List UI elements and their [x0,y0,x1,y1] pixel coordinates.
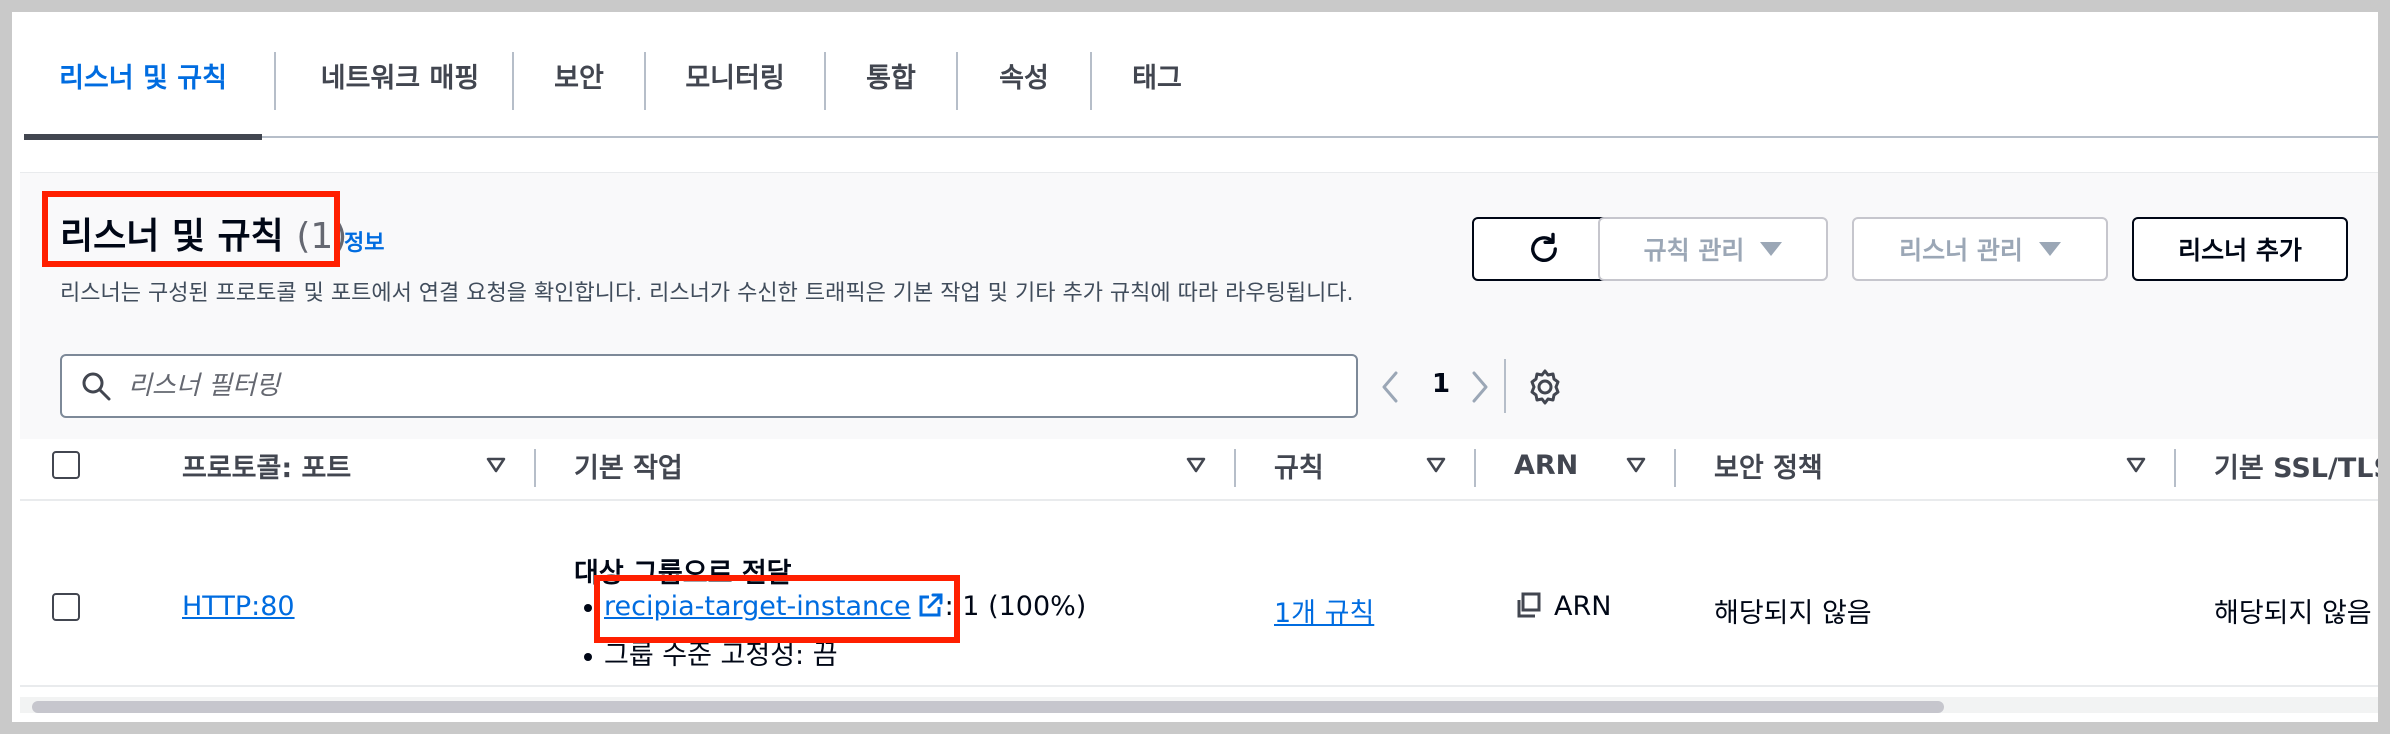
copy-icon [1517,592,1541,618]
active-tab-indicator [24,134,262,140]
caret-down-icon [2038,242,2061,256]
current-page-number[interactable]: 1 [1432,369,1450,399]
column-header-default-action[interactable]: 기본 작업 [574,439,683,491]
column-divider[interactable] [534,449,536,487]
sort-caret-icon[interactable] [2126,457,2146,473]
column-header-security-policy[interactable]: 보안 정책 [1714,439,1823,491]
rules-link[interactable]: 1개 규칙 [1274,591,1374,630]
tab-monitoring[interactable]: 모니터링 [646,12,824,138]
arn-label: ARN [1554,591,1612,622]
container-header: 리스너 및 규칙 (1) 정보 리스너는 구성된 프로토콜 및 포트에서 연결 … [20,173,2378,439]
refresh-button[interactable] [1472,217,1616,281]
default-ssl-value: 해당되지 않음 [2214,598,2372,629]
listener-filter-input[interactable] [128,358,1328,414]
column-header-arn[interactable]: ARN [1514,439,1578,491]
protocol-port-link[interactable]: HTTP:80 [182,591,295,622]
add-listener-button[interactable]: 리스너 추가 [2132,217,2348,281]
manage-listener-label: 리스너 관리 [1899,236,2023,265]
tab-attributes[interactable]: 속성 [958,12,1090,138]
refresh-icon [1531,232,1557,262]
manage-rules-label: 규칙 관리 [1643,236,1745,265]
target-weight: : 1 (100%) [944,591,1087,622]
sort-caret-icon[interactable] [486,457,506,473]
bullet-icon [584,652,592,661]
tab-bar: 리스너 및 규칙 네트워크 매핑 보안 모니터링 통합 속성 태그 [24,12,2378,140]
manage-rules-button[interactable]: 규칙 관리 [1598,217,1828,281]
column-divider[interactable] [1674,449,1676,487]
listeners-panel-frame: 리스너 및 규칙 네트워크 매핑 보안 모니터링 통합 속성 태그 리스너 및 … [12,12,2378,722]
search-icon [82,372,111,401]
previous-page-icon[interactable] [1376,367,1404,407]
security-policy-value: 해당되지 않음 [1714,598,1872,629]
select-all-checkbox[interactable] [52,451,80,479]
highlight-box [594,575,960,643]
bullet-icon [584,603,592,612]
caret-down-icon [1760,242,1783,256]
tab-security[interactable]: 보안 [514,12,644,138]
listener-filter-field[interactable] [60,354,1358,418]
header-divider [20,499,2378,501]
column-header-default-ssl[interactable]: 기본 SSL/TLS [2214,439,2378,491]
column-header-rules[interactable]: 규칙 [1274,439,1324,491]
highlight-box [42,191,340,267]
tab-tags[interactable]: 태그 [1092,12,1222,138]
sort-caret-icon[interactable] [1426,457,1446,473]
stickiness-text: 그룹 수준 고정성: 끔 [604,640,838,671]
next-page-icon[interactable] [1466,367,1494,407]
listeners-container: 리스너 및 규칙 (1) 정보 리스너는 구성된 프로토콜 및 포트에서 연결 … [20,172,2378,713]
gear-icon[interactable] [1525,367,1565,407]
sort-caret-icon[interactable] [1186,457,1206,473]
section-description: 리스너는 구성된 프로토콜 및 포트에서 연결 요청을 확인합니다. 리스너가 … [60,281,1354,306]
info-link[interactable]: 정보 [344,225,384,257]
add-listener-label: 리스너 추가 [2178,236,2302,265]
pager-divider [1504,359,1506,413]
column-divider[interactable] [2174,449,2176,487]
manage-listener-button[interactable]: 리스너 관리 [1852,217,2108,281]
tab-integrations[interactable]: 통합 [826,12,956,138]
table-header: 프로토콜: 포트 기본 작업 규칙 ARN 보안 정책 기본 SSL/TLS [20,439,2378,491]
arn-copy-button[interactable]: ARN [1514,591,1611,622]
column-header-protocol-port[interactable]: 프로토콜: 포트 [182,439,351,491]
column-divider[interactable] [1474,449,1476,487]
column-divider[interactable] [1234,449,1236,487]
tab-listeners-rules[interactable]: 리스너 및 규칙 [24,12,262,138]
scrollbar-thumb[interactable] [32,701,1944,713]
sort-caret-icon[interactable] [1626,457,1646,473]
row-divider [20,685,2378,687]
tab-network-mapping[interactable]: 네트워크 매핑 [276,12,524,138]
row-select-checkbox[interactable] [52,593,80,621]
